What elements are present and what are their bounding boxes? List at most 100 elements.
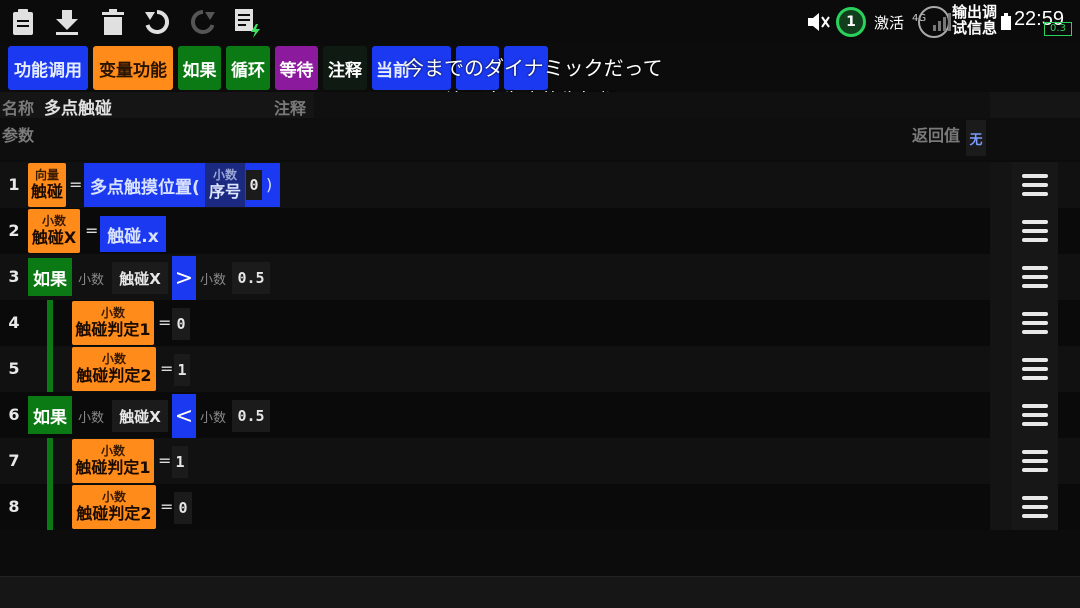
if-branch-line bbox=[47, 438, 53, 484]
if-block[interactable]: 如果 bbox=[28, 396, 72, 434]
name-label: 名称 bbox=[2, 99, 35, 118]
row-strip bbox=[990, 346, 1012, 392]
comparison-operator[interactable]: > bbox=[172, 256, 196, 300]
right-operand[interactable]: 0.5 bbox=[232, 400, 270, 432]
row-number: 6 bbox=[8, 405, 20, 424]
variable-block[interactable]: 小数 触碰X bbox=[28, 209, 80, 253]
row-menu-icon[interactable] bbox=[1012, 300, 1058, 346]
variable-type: 小数 bbox=[101, 352, 126, 366]
assign-operator: = bbox=[85, 221, 99, 240]
value-field[interactable]: 0 bbox=[172, 308, 190, 340]
debug-label-line2: 试信息 bbox=[952, 19, 998, 37]
script-editor: 1 激活 4G 输出调 试信息 22:59 0.3 功能调用 变量功能 如果 循… bbox=[0, 0, 1080, 608]
row-strip bbox=[990, 254, 1012, 300]
battery-level: 0.3 bbox=[1044, 22, 1072, 36]
value-field[interactable]: 0 bbox=[174, 492, 192, 524]
mute-icon bbox=[806, 4, 830, 40]
row-number: 5 bbox=[8, 359, 20, 378]
argument-block[interactable]: 小数 序号 bbox=[205, 163, 245, 207]
category-wait[interactable]: 等待 bbox=[275, 46, 318, 90]
variable-name: 触碰X bbox=[31, 228, 77, 247]
subtitle-overlay-line1: 今までのダイナミックだって bbox=[404, 56, 663, 80]
redo-icon[interactable] bbox=[186, 6, 220, 38]
code-row[interactable]: 4 小数 触碰判定1 = 0 bbox=[0, 300, 1080, 346]
undo-icon[interactable] bbox=[140, 6, 174, 38]
notification-badge[interactable]: 1 bbox=[836, 4, 866, 40]
variable-block[interactable]: 向量 触碰 bbox=[28, 163, 66, 207]
row-number: 7 bbox=[8, 451, 20, 470]
row-number: 4 bbox=[8, 313, 20, 332]
variable-block[interactable]: 小数 触碰判定1 bbox=[72, 439, 154, 483]
category-if[interactable]: 如果 bbox=[178, 46, 221, 90]
right-operand-value: 0.5 bbox=[237, 269, 265, 287]
run-log-icon[interactable] bbox=[230, 6, 264, 38]
comment-field[interactable] bbox=[314, 92, 990, 118]
if-branch-line bbox=[47, 346, 53, 392]
trash-icon[interactable] bbox=[96, 6, 130, 38]
name-field[interactable]: 多点触碰 bbox=[44, 94, 112, 119]
row-menu-icon[interactable] bbox=[1012, 438, 1058, 484]
left-operand[interactable]: 触碰X bbox=[112, 400, 168, 432]
if-block[interactable]: 如果 bbox=[28, 258, 72, 296]
debug-output-toggle[interactable]: 输出调 试信息 bbox=[952, 4, 997, 40]
argument-value[interactable]: 0 bbox=[246, 170, 262, 200]
expression-block[interactable]: 触碰.x bbox=[100, 216, 166, 252]
variable-type: 小数 bbox=[41, 214, 66, 228]
assign-operator: = bbox=[160, 497, 174, 516]
category-comment[interactable]: 注释 bbox=[323, 46, 367, 90]
variable-type: 小数 bbox=[100, 444, 125, 458]
row-number: 1 bbox=[8, 175, 20, 194]
right-operand-type: 小数 bbox=[200, 273, 227, 288]
row-menu-icon[interactable] bbox=[1012, 346, 1058, 392]
category-function-call[interactable]: 功能调用 bbox=[8, 46, 88, 90]
value-field[interactable]: 1 bbox=[172, 446, 188, 478]
left-operand[interactable]: 触碰X bbox=[112, 262, 168, 294]
value-field[interactable]: 1 bbox=[174, 354, 190, 386]
assign-operator: = bbox=[158, 313, 172, 332]
left-operand-type: 小数 bbox=[78, 411, 105, 426]
variable-type: 小数 bbox=[101, 490, 126, 504]
code-row[interactable]: 2 小数 触碰X = 触碰.x bbox=[0, 208, 1080, 254]
variable-block[interactable]: 小数 触碰判定2 bbox=[72, 485, 156, 529]
row-menu-icon[interactable] bbox=[1012, 208, 1058, 254]
name-row: 名称 多点触碰 注释 bbox=[0, 92, 1080, 119]
return-type-field[interactable]: 无 bbox=[966, 120, 986, 156]
comparison-operator[interactable]: < bbox=[172, 394, 196, 438]
code-row[interactable]: 7 小数 触碰判定1 = 1 bbox=[0, 438, 1080, 484]
variable-name: 触碰判定1 bbox=[75, 458, 151, 477]
expression-text: 触碰.x bbox=[107, 226, 159, 247]
value-text: 1 bbox=[177, 361, 187, 379]
assign-operator: = bbox=[160, 359, 174, 378]
if-branch-line bbox=[47, 484, 53, 530]
debug-label-line1: 输出调 bbox=[952, 3, 998, 21]
if-branch-line bbox=[47, 300, 53, 346]
category-variable[interactable]: 变量功能 bbox=[93, 46, 173, 90]
clipboard-icon[interactable] bbox=[6, 6, 40, 38]
category-loop[interactable]: 循环 bbox=[226, 46, 270, 90]
code-row[interactable]: 3 如果 小数 触碰X > 小数 0.5 bbox=[0, 254, 1080, 300]
right-operand-value: 0.5 bbox=[237, 407, 265, 425]
row-menu-icon[interactable] bbox=[1012, 162, 1058, 208]
code-row[interactable]: 6 如果 小数 触碰X < 小数 0.5 bbox=[0, 392, 1080, 438]
row-strip bbox=[990, 392, 1012, 438]
row-menu-icon[interactable] bbox=[1012, 254, 1058, 300]
row-menu-icon[interactable] bbox=[1012, 392, 1058, 438]
assign-operator: = bbox=[158, 451, 172, 470]
argument-name: 序号 bbox=[208, 182, 241, 201]
bottom-input-bar[interactable] bbox=[0, 576, 1080, 608]
return-label: 返回值 bbox=[912, 126, 961, 145]
download-icon[interactable] bbox=[50, 6, 84, 38]
row-strip bbox=[990, 162, 1012, 208]
code-row[interactable]: 5 小数 触碰判定2 = 1 bbox=[0, 346, 1080, 392]
right-operand[interactable]: 0.5 bbox=[232, 262, 270, 294]
variable-block[interactable]: 小数 触碰判定1 bbox=[72, 301, 154, 345]
row-number: 2 bbox=[8, 221, 20, 240]
code-row[interactable]: 8 小数 触碰判定2 = 0 bbox=[0, 484, 1080, 530]
variable-block[interactable]: 小数 触碰判定2 bbox=[72, 347, 156, 391]
argument-value-text: 0 bbox=[249, 176, 259, 194]
right-operand-type: 小数 bbox=[200, 411, 227, 426]
variable-name: 触碰判定1 bbox=[75, 320, 151, 339]
value-text: 0 bbox=[176, 315, 186, 333]
code-row[interactable]: 1 向量 触碰 = 多点触摸位置( 小数 序号 0 ) bbox=[0, 162, 1080, 208]
row-menu-icon[interactable] bbox=[1012, 484, 1058, 530]
